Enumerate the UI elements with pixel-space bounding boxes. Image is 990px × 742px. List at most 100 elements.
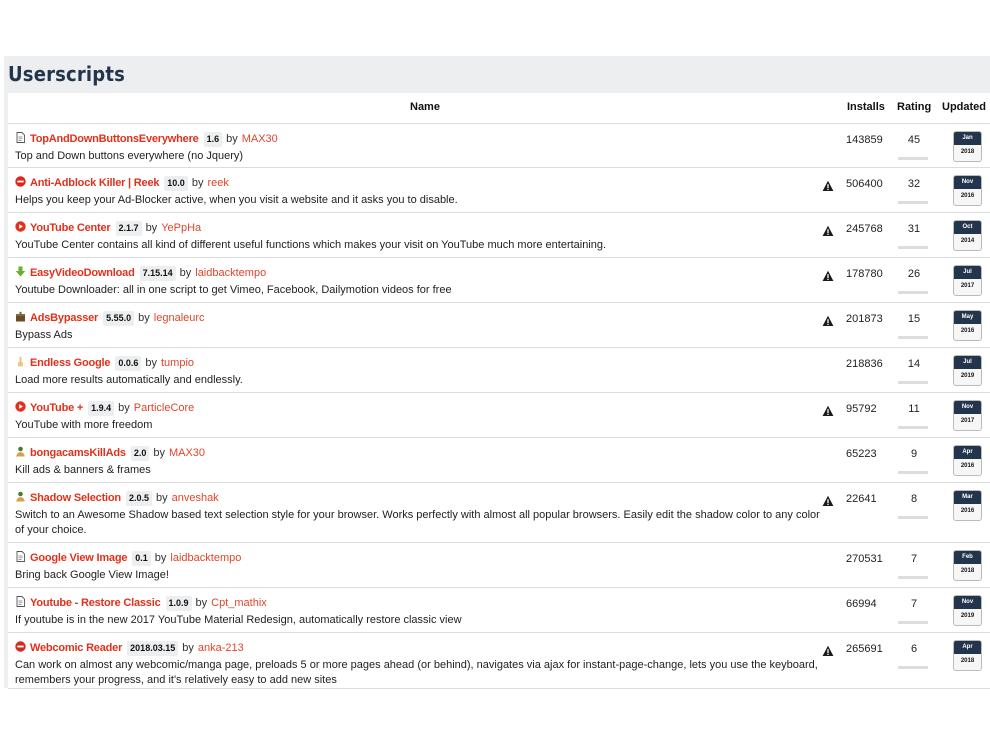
warning-icon[interactable] xyxy=(822,644,834,656)
script-name-link[interactable]: AdsBypasser xyxy=(30,312,98,324)
document-icon xyxy=(15,132,26,143)
script-name-link[interactable]: bongacamsKillAds xyxy=(30,447,126,459)
rating-bar xyxy=(898,336,928,339)
document-icon xyxy=(15,596,26,607)
installs-count: 66994 xyxy=(846,598,877,610)
script-name-link[interactable]: YouTube Center xyxy=(30,222,111,234)
warning-icon[interactable] xyxy=(822,404,834,416)
version-badge: 1.6 xyxy=(203,132,223,147)
updated-month: Nov xyxy=(954,176,981,189)
column-updated-header[interactable]: Updated xyxy=(942,101,986,113)
script-title-line: TopAndDownButtonsEverywhere 1.6 by MAX30 xyxy=(15,132,827,148)
by-label: by xyxy=(154,552,167,564)
author-link[interactable]: MAX30 xyxy=(242,133,278,145)
author-link[interactable]: laidbacktempo xyxy=(170,552,241,564)
by-label: by xyxy=(191,177,204,189)
updated-month: Apr xyxy=(954,446,981,459)
author-link[interactable]: Cpt_mathix xyxy=(211,597,267,609)
column-rating-header[interactable]: Rating xyxy=(897,101,931,113)
script-info: Anti-Adblock Killer | Reek 10.0 by reek Help… xyxy=(15,176,827,208)
script-description: YouTube with more freedom xyxy=(15,419,153,431)
rating-bar xyxy=(898,201,928,204)
by-label: by xyxy=(145,222,158,234)
userscripts-table: Name Installs Rating Updated TopAndDownB… xyxy=(8,93,990,689)
script-title-line: Endless Google 0.0.6 by tumpio xyxy=(15,356,827,372)
table-row: Anti-Adblock Killer | Reek 10.0 by reek Help… xyxy=(8,167,990,213)
table-row: Youtube - Restore Classic 1.0.9 by Cpt_math… xyxy=(8,587,990,633)
youtube-icon xyxy=(15,221,26,232)
script-name-link[interactable]: EasyVideoDownload xyxy=(30,267,135,279)
version-badge: 2.1.7 xyxy=(115,221,142,236)
author-link[interactable]: anveshak xyxy=(172,492,219,504)
version-badge: 0.0.6 xyxy=(115,356,142,371)
by-label: by xyxy=(195,597,208,609)
author-link[interactable]: tumpio xyxy=(161,357,194,369)
script-title-line: Google View Image 0.1 by laidbacktempo xyxy=(15,551,827,567)
updated-year: 2018 xyxy=(960,149,975,155)
warning-icon[interactable] xyxy=(822,224,834,236)
calendar-icon: Nov 2017 xyxy=(953,400,982,431)
script-info: YouTube Center 2.1.7 by YePpHa YouTube Cente… xyxy=(15,221,827,253)
warning-icon[interactable] xyxy=(822,269,834,281)
updated-year: 2019 xyxy=(960,613,975,619)
column-installs-header[interactable]: Installs xyxy=(847,101,885,113)
script-info: Google View Image 0.1 by laidbacktempo Bring… xyxy=(15,551,827,583)
script-info: Webcomic Reader 2018.03.15 by anka-213 Can w… xyxy=(15,641,827,688)
script-name-link[interactable]: YouTube + xyxy=(30,402,83,414)
script-info: AdsBypasser 5.55.0 by legnaleurc Bypass Ads xyxy=(15,311,827,343)
script-name-link[interactable]: Endless Google xyxy=(30,357,111,369)
rating-score: 32 xyxy=(907,178,921,190)
table-row: EasyVideoDownload 7.15.14 by laidbacktempo Y… xyxy=(8,257,990,303)
rating-bar xyxy=(898,666,928,669)
script-description: Bring back Google View Image! xyxy=(15,569,169,581)
author-link[interactable]: ParticleCore xyxy=(134,402,195,414)
updated-year: 2017 xyxy=(960,283,975,289)
column-name-header[interactable]: Name xyxy=(410,101,440,113)
author-link[interactable]: legnaleurc xyxy=(154,312,205,324)
rating-bar xyxy=(898,246,928,249)
by-label: by xyxy=(155,492,168,504)
script-name-link[interactable]: Webcomic Reader xyxy=(30,642,122,654)
rating-bar xyxy=(898,471,928,474)
author-link[interactable]: MAX30 xyxy=(169,447,205,459)
author-link[interactable]: laidbacktempo xyxy=(195,267,266,279)
version-badge: 1.9.4 xyxy=(88,401,115,416)
rating-score: 31 xyxy=(907,223,921,235)
script-name-link[interactable]: TopAndDownButtonsEverywhere xyxy=(30,133,199,145)
updated-month: Oct xyxy=(954,221,981,234)
rating-bar xyxy=(898,381,928,384)
updated-year: 2018 xyxy=(960,568,975,574)
installs-count: 245768 xyxy=(846,223,883,235)
script-description: Youtube Downloader: all in one script to… xyxy=(15,284,452,296)
author-link[interactable]: YePpHa xyxy=(161,222,201,234)
script-info: EasyVideoDownload 7.15.14 by laidbacktempo Y… xyxy=(15,266,827,298)
warning-icon[interactable] xyxy=(822,314,834,326)
script-title-line: Anti-Adblock Killer | Reek 10.0 by reek xyxy=(15,176,827,192)
script-name-link[interactable]: Anti-Adblock Killer | Reek xyxy=(30,177,159,189)
script-info: bongacamsKillAds 2.0 by MAX30 Kill ads & ban… xyxy=(15,446,827,478)
script-name-link[interactable]: Google View Image xyxy=(30,552,127,564)
script-name-link[interactable]: Shadow Selection xyxy=(30,492,121,504)
warning-icon[interactable] xyxy=(822,179,834,191)
rating-bar xyxy=(898,516,928,519)
warning-icon[interactable] xyxy=(822,494,834,506)
author-link[interactable]: reek xyxy=(207,177,228,189)
version-badge: 7.15.14 xyxy=(139,266,176,281)
stop-sign-icon xyxy=(15,641,26,652)
rating-score: 6 xyxy=(910,643,918,655)
installs-count: 218836 xyxy=(846,358,883,370)
script-title-line: AdsBypasser 5.55.0 by legnaleurc xyxy=(15,311,827,327)
script-title-line: Shadow Selection 2.0.5 by anveshak xyxy=(15,491,827,507)
updated-year: 2016 xyxy=(960,193,975,199)
updated-year: 2016 xyxy=(960,508,975,514)
updated-year: 2014 xyxy=(960,238,975,244)
by-label: by xyxy=(138,312,150,324)
script-description: Helps you keep your Ad-Blocker active, w… xyxy=(15,194,458,206)
calendar-icon: Oct 2014 xyxy=(953,220,982,251)
script-name-link[interactable]: Youtube - Restore Classic xyxy=(30,597,161,609)
table-row: Endless Google 0.0.6 by tumpio Load more res… xyxy=(8,347,990,393)
updated-year: 2016 xyxy=(960,463,975,469)
installs-count: 65223 xyxy=(846,448,877,460)
author-link[interactable]: anka-213 xyxy=(198,642,244,654)
calendar-icon: Nov 2019 xyxy=(953,595,982,626)
